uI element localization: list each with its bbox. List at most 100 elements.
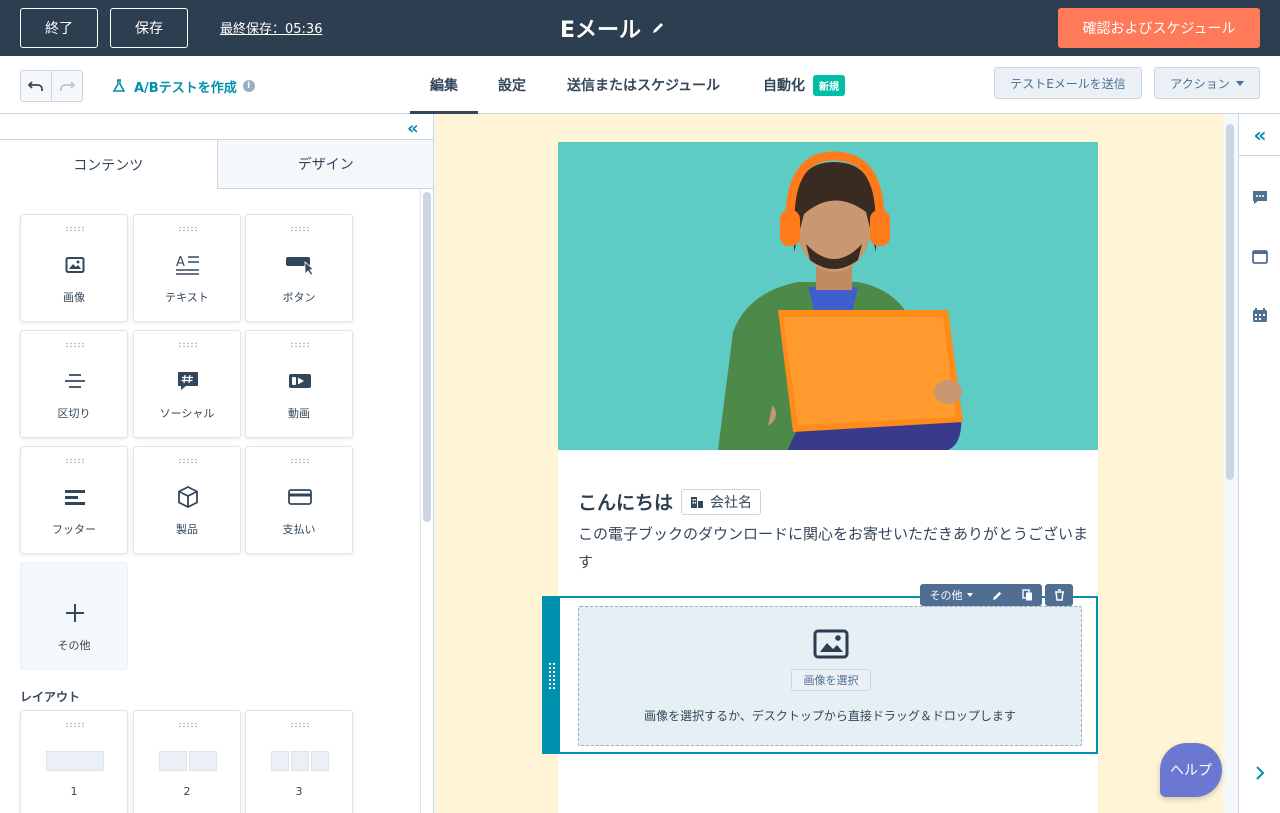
layout-label: 1 bbox=[70, 785, 78, 798]
expand-right-icon[interactable]: « bbox=[1239, 114, 1280, 156]
module-label: 支払い bbox=[282, 523, 316, 536]
undo-button[interactable] bbox=[21, 71, 51, 101]
redo-button[interactable] bbox=[51, 71, 82, 101]
image-icon bbox=[65, 257, 85, 273]
company-name-token[interactable]: 会社名 bbox=[681, 488, 762, 515]
module-divider[interactable]: 区切り bbox=[20, 330, 128, 438]
greeting-text: こんにちは bbox=[578, 492, 674, 514]
canvas-scrollbar[interactable] bbox=[1226, 124, 1234, 480]
layout-1-column[interactable]: 1 bbox=[20, 710, 128, 813]
module-button[interactable]: ボタン bbox=[245, 214, 353, 322]
actions-dropdown[interactable]: アクション bbox=[1154, 67, 1260, 99]
drag-dots bbox=[178, 226, 198, 232]
module-more[interactable]: その他 bbox=[20, 562, 128, 670]
column-block bbox=[271, 751, 289, 771]
intro-text[interactable]: この電子ブックのダウンロードに関心をお寄せいただきありがとうございます bbox=[578, 520, 1088, 576]
tab-design[interactable]: デザイン bbox=[217, 139, 433, 189]
module-video[interactable]: 動画 bbox=[245, 330, 353, 438]
tab-automation-label: 自動化 bbox=[763, 78, 805, 94]
last-saved-link[interactable]: 最終保存：05:36 bbox=[220, 18, 322, 37]
module-label: その他 bbox=[57, 639, 91, 652]
module-product[interactable]: 製品 bbox=[133, 446, 241, 554]
product-icon bbox=[178, 486, 198, 508]
column-block bbox=[159, 751, 187, 771]
column-block bbox=[46, 751, 104, 771]
module-footer[interactable]: フッター bbox=[20, 446, 128, 554]
module-toolbar: その他 bbox=[920, 584, 1073, 606]
token-label: 会社名 bbox=[710, 494, 753, 511]
tab-send-schedule-label: 送信またはスケジュール bbox=[567, 78, 721, 94]
left-panel: « コンテンツ デザイン 画像 A テキスト ボタン 区切り ソーシャル 動画 bbox=[0, 114, 434, 813]
ab-test-label: A/Bテストを作成 bbox=[134, 80, 237, 96]
tab-settings-label: 設定 bbox=[498, 78, 526, 94]
delete-module-button[interactable] bbox=[1045, 584, 1073, 606]
layout-2-column[interactable]: 2 bbox=[133, 710, 241, 813]
image-dropzone[interactable]: 画像を選択 画像を選択するか、デスクトップから直接ドラッグ＆ドロップします bbox=[578, 606, 1082, 746]
drag-handle[interactable] bbox=[544, 598, 560, 752]
caret-down-icon bbox=[966, 593, 973, 597]
tab-edit[interactable]: 編集 bbox=[410, 56, 478, 114]
exit-button[interactable]: 終了 bbox=[20, 8, 98, 48]
hero-image[interactable] bbox=[558, 142, 1098, 450]
scrollbar-track bbox=[420, 189, 421, 813]
send-test-email-button[interactable]: テストEメールを送信 bbox=[994, 67, 1142, 99]
caret-down-icon bbox=[1235, 80, 1244, 86]
pencil-icon[interactable] bbox=[651, 21, 665, 35]
video-icon bbox=[289, 374, 311, 388]
drag-dots bbox=[65, 342, 85, 348]
tab-settings[interactable]: 設定 bbox=[498, 56, 526, 114]
save-button[interactable]: 保存 bbox=[110, 8, 188, 48]
module-payment[interactable]: 支払い bbox=[245, 446, 353, 554]
info-icon[interactable]: i bbox=[242, 80, 255, 92]
editor-toolbar: A/Bテストを作成 i 編集 設定 送信またはスケジュール 自動化 新規 テスト… bbox=[0, 56, 1280, 114]
drag-dots bbox=[290, 226, 310, 232]
panel-tabs: コンテンツ デザイン bbox=[0, 139, 433, 189]
button-icon bbox=[286, 257, 314, 276]
preview-button[interactable] bbox=[1239, 236, 1280, 278]
email-canvas: こんにちは 会社名 この電子ブックのダウンロードに関心をお寄せいただきありがとう… bbox=[435, 114, 1223, 813]
email-title-area[interactable]: Eメール bbox=[560, 14, 720, 43]
tab-automation[interactable]: 自動化 新規 bbox=[763, 56, 845, 114]
more-dropdown[interactable]: その他 bbox=[920, 584, 982, 606]
person-with-laptop-illustration bbox=[558, 142, 1098, 450]
edit-module-button[interactable] bbox=[982, 584, 1012, 606]
select-image-button[interactable]: 画像を選択 bbox=[791, 669, 871, 691]
column-block bbox=[311, 751, 329, 771]
module-text[interactable]: A テキスト bbox=[133, 214, 241, 322]
left-scrollbar[interactable] bbox=[423, 192, 431, 522]
clone-module-button[interactable] bbox=[1012, 584, 1042, 606]
dropzone-hint: 画像を選択するか、デスクトップから直接ドラッグ＆ドロップします bbox=[644, 709, 1016, 723]
more-label: その他 bbox=[929, 589, 963, 602]
drag-dots bbox=[178, 458, 198, 464]
layout-label: 2 bbox=[183, 785, 191, 798]
greeting-row[interactable]: こんにちは 会社名 bbox=[578, 488, 762, 515]
drag-dots bbox=[290, 722, 310, 728]
browser-icon bbox=[1252, 250, 1268, 264]
payment-icon bbox=[288, 489, 312, 505]
flask-icon bbox=[112, 79, 126, 92]
layout-3-column[interactable]: 3 bbox=[245, 710, 353, 813]
module-social[interactable]: ソーシャル bbox=[133, 330, 241, 438]
right-sidebar: « bbox=[1238, 114, 1280, 813]
image-module-selected[interactable]: 画像を選択 画像を選択するか、デスクトップから直接ドラッグ＆ドロップします bbox=[542, 596, 1098, 754]
layout-label: 3 bbox=[295, 785, 303, 798]
ab-test-link[interactable]: A/Bテストを作成 i bbox=[112, 76, 255, 96]
undo-redo-group bbox=[20, 70, 83, 102]
social-icon bbox=[178, 372, 198, 390]
confirm-schedule-button[interactable]: 確認およびスケジュール bbox=[1058, 8, 1260, 48]
undo-icon bbox=[28, 81, 43, 91]
chevron-right-icon[interactable] bbox=[1239, 752, 1280, 794]
calendar-button[interactable] bbox=[1239, 294, 1280, 336]
email-title: Eメール bbox=[560, 18, 642, 43]
module-image[interactable]: 画像 bbox=[20, 214, 128, 322]
drag-dots bbox=[65, 226, 85, 232]
module-label: 製品 bbox=[176, 523, 198, 536]
comments-button[interactable] bbox=[1239, 176, 1280, 218]
tab-send-schedule[interactable]: 送信またはスケジュール bbox=[567, 56, 720, 114]
svg-text:A: A bbox=[176, 255, 185, 270]
drag-dots bbox=[65, 722, 85, 728]
help-button[interactable]: ヘルプ bbox=[1160, 743, 1222, 797]
top-bar: 終了 保存 最終保存：05:36 Eメール 確認およびスケジュール bbox=[0, 0, 1280, 56]
tab-content[interactable]: コンテンツ bbox=[0, 139, 218, 189]
collapse-left-icon[interactable]: « bbox=[407, 118, 427, 139]
